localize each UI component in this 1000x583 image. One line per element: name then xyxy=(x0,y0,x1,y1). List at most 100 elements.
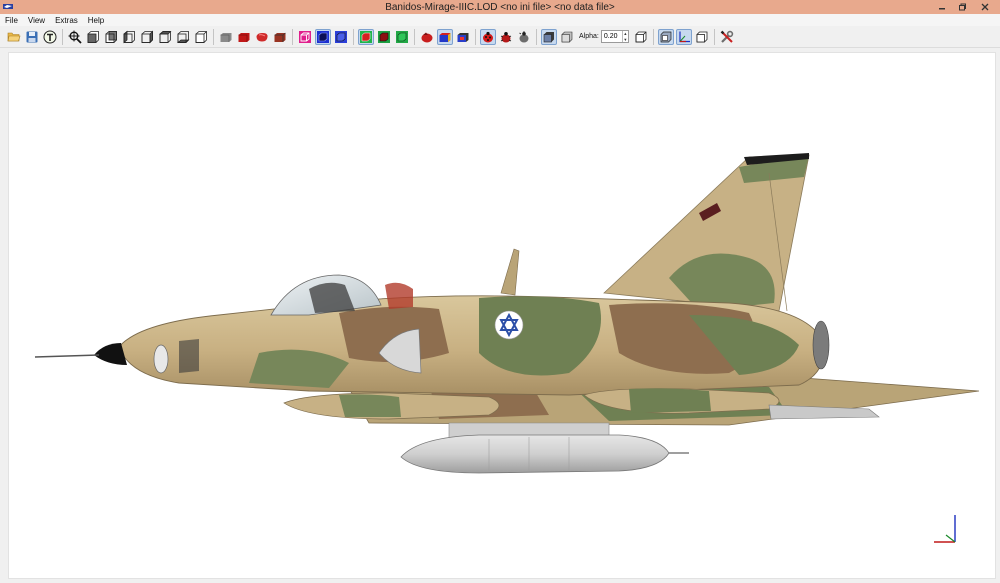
cube-right-icon xyxy=(141,30,153,43)
toolbar-separator xyxy=(292,28,293,45)
menu-view[interactable]: View xyxy=(23,16,50,25)
title-bar: Banidos-Mirage-IIIC.LOD <no ini file> <n… xyxy=(0,0,1000,14)
wireframe-cube-icon xyxy=(299,30,311,43)
restore-button[interactable] xyxy=(954,0,970,14)
texture-button[interactable] xyxy=(42,29,58,45)
color-box-alt-button[interactable] xyxy=(455,29,471,45)
tools-button[interactable] xyxy=(719,29,735,45)
ladybug-button[interactable] xyxy=(480,28,496,45)
cube-back-icon xyxy=(105,30,117,43)
view-back-button[interactable] xyxy=(103,29,119,45)
blue-box-icon xyxy=(543,31,554,42)
axis-gizmo xyxy=(934,515,956,543)
toolbar-separator xyxy=(536,28,537,45)
minimize-button[interactable] xyxy=(934,0,950,14)
menu-file[interactable]: File xyxy=(0,16,23,25)
render-smooth-button[interactable] xyxy=(254,29,270,45)
shaded-cube-icon xyxy=(335,30,347,43)
minimize-icon xyxy=(939,8,945,10)
normals-button[interactable] xyxy=(358,28,374,45)
view-left-button[interactable] xyxy=(121,29,137,45)
shaded-button[interactable] xyxy=(333,29,349,45)
red-smooth-block-icon xyxy=(256,32,268,41)
outline-box-icon xyxy=(660,31,672,42)
save-button[interactable] xyxy=(24,29,40,45)
alpha-box-button[interactable] xyxy=(559,29,575,45)
view-bottom-button[interactable] xyxy=(175,29,191,45)
lighting-button[interactable] xyxy=(376,29,392,45)
render-gray-button[interactable] xyxy=(218,29,234,45)
gray-bug-button[interactable] xyxy=(516,29,532,45)
floppy-disk-icon xyxy=(26,31,38,42)
colored-box-icon xyxy=(439,32,451,42)
alpha-spinbox[interactable]: ▲ ▼ xyxy=(600,30,629,43)
toolbar-separator xyxy=(475,28,476,45)
menu-bar: File View Extras Help xyxy=(0,14,1000,26)
open-button[interactable] xyxy=(6,29,22,45)
close-button[interactable] xyxy=(974,0,996,14)
bounding-box-button[interactable] xyxy=(633,29,649,45)
textured-block-icon xyxy=(274,32,286,42)
toolbar: Alpha: ▲ ▼ xyxy=(0,26,1000,48)
color-box-button[interactable] xyxy=(437,28,453,45)
texture-t-icon xyxy=(43,30,57,43)
alpha-label: Alpha: xyxy=(579,33,599,40)
toolbar-separator xyxy=(62,28,63,45)
material-button[interactable] xyxy=(419,29,435,45)
ladybug-icon xyxy=(483,31,493,42)
alpha-spin-buttons[interactable]: ▲ ▼ xyxy=(621,31,628,43)
view-top-button[interactable] xyxy=(157,29,173,45)
mirage-aircraft-model xyxy=(34,153,980,543)
red-sphere-icon xyxy=(421,32,433,42)
green-shade-button[interactable] xyxy=(394,29,410,45)
solid-button[interactable] xyxy=(315,28,331,45)
close-icon xyxy=(981,3,989,11)
gray-box-icon xyxy=(561,31,573,42)
alpha-input[interactable] xyxy=(601,31,622,42)
wrench-screwdriver-icon xyxy=(720,30,734,43)
gray-block-icon xyxy=(220,32,232,42)
view-front-button[interactable] xyxy=(85,29,101,45)
red-bug-icon xyxy=(500,31,512,42)
cube-wire-icon xyxy=(195,30,207,43)
cube-front-icon xyxy=(87,30,99,43)
toolbar-separator xyxy=(652,28,654,45)
zoom-crosshair-icon xyxy=(68,30,82,44)
toolbar-separator xyxy=(213,28,214,45)
render-textured-button[interactable] xyxy=(272,29,288,45)
colored-box-alt-icon xyxy=(457,32,469,42)
3d-viewport[interactable] xyxy=(8,52,996,579)
solid-cube-icon xyxy=(317,30,329,43)
gray-bug-icon xyxy=(519,30,529,42)
app-window: Banidos-Mirage-IIIC.LOD <no ini file> <n… xyxy=(0,0,1000,583)
restore-icon xyxy=(959,3,966,11)
window-title: Banidos-Mirage-IIIC.LOD <no ini file> <n… xyxy=(385,1,615,13)
transparency-button[interactable] xyxy=(541,28,557,45)
axes-icon xyxy=(679,31,690,42)
zoom-button[interactable] xyxy=(67,29,83,45)
bug-button[interactable] xyxy=(498,29,514,45)
folder-open-icon xyxy=(7,32,21,41)
green-dark-cube-icon xyxy=(378,30,390,43)
app-icon xyxy=(3,4,13,9)
white-box-button[interactable] xyxy=(694,29,710,45)
menu-help[interactable]: Help xyxy=(83,16,109,25)
red-block-icon xyxy=(238,32,250,42)
axes-button[interactable] xyxy=(675,28,692,45)
white-box-icon xyxy=(696,31,708,42)
spin-down-icon[interactable]: ▼ xyxy=(623,37,628,43)
green-cube-icon xyxy=(396,30,408,43)
menu-extras[interactable]: Extras xyxy=(50,16,83,25)
toolbar-separator xyxy=(414,28,415,45)
cube-bottom-icon xyxy=(176,30,190,43)
toolbar-separator xyxy=(713,28,715,45)
view-iso-button[interactable] xyxy=(193,29,209,45)
wireframe-button[interactable] xyxy=(297,29,313,45)
cube-top-icon xyxy=(158,30,172,43)
view-right-button[interactable] xyxy=(139,29,155,45)
green-red-cube-icon xyxy=(360,30,372,43)
outline-box-button[interactable] xyxy=(657,28,674,45)
wire-box-icon xyxy=(635,31,647,42)
toolbar-separator xyxy=(353,28,354,45)
render-red-button[interactable] xyxy=(236,29,252,45)
